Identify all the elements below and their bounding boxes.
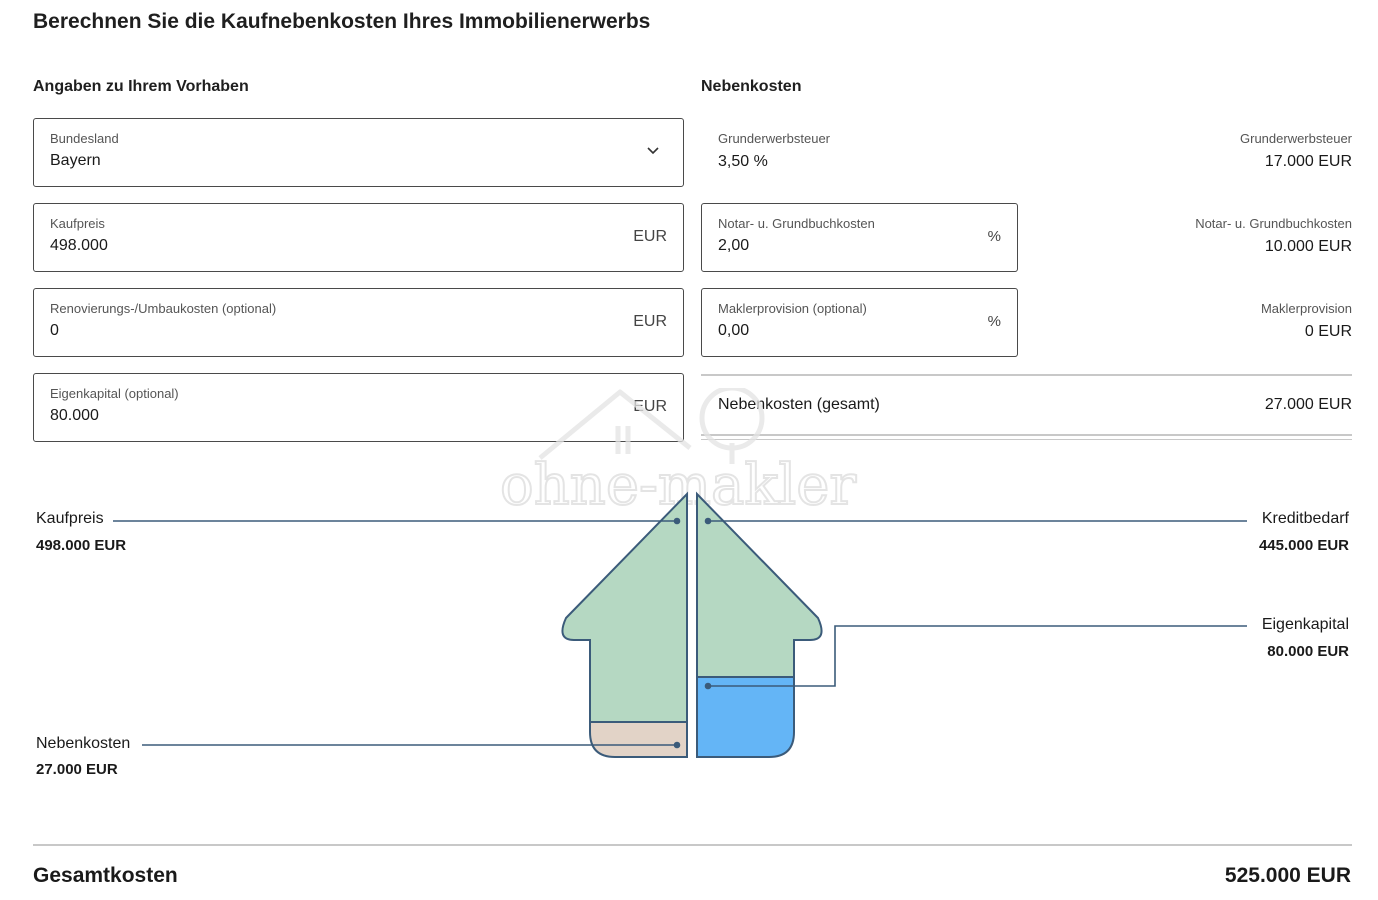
gesamtkosten-value: 525.000 EUR xyxy=(1224,864,1351,887)
renovierung-label: Renovierungs-/Umbaukosten (optional) xyxy=(50,301,277,316)
bundesland-select[interactable]: Bundesland Bayern xyxy=(33,118,684,187)
chevron-down-icon[interactable] xyxy=(645,143,661,159)
gesamtkosten-label: Gesamtkosten xyxy=(33,864,178,887)
page-title: Berechnen Sie die Kaufnebenkosten Ihres … xyxy=(33,10,651,33)
bundesland-value: Bayern xyxy=(50,152,101,169)
chart-eigenkapital-label: Eigenkapital xyxy=(1261,616,1349,633)
kaufpreis-label: Kaufpreis xyxy=(50,216,105,231)
kaufpreis-value: 498.000 xyxy=(50,237,108,254)
chart-eigenkapital-value: 80.000 EUR xyxy=(1267,643,1349,660)
section-title-nebenkosten: Nebenkosten xyxy=(701,78,802,95)
chart-nebenkosten-label: Nebenkosten xyxy=(36,735,131,752)
chart-kreditbedarf-value: 445.000 EUR xyxy=(1258,537,1349,554)
chart-kaufpreis-value: 498.000 EUR xyxy=(36,537,127,554)
chart-kreditbedarf-label: Kreditbedarf xyxy=(1261,510,1349,527)
grunderwerbsteuer-label: Grunderwerbsteuer xyxy=(718,131,830,146)
nebenkosten-area xyxy=(589,721,688,758)
notar-unit: % xyxy=(987,228,1001,245)
notar-result-value: 10.000 EUR xyxy=(1264,238,1352,255)
makler-label: Maklerprovision (optional) xyxy=(718,301,867,316)
kaufpreis-input[interactable]: Kaufpreis 498.000 EUR xyxy=(33,203,684,272)
chart-kaufpreis-label: Kaufpreis xyxy=(36,510,104,527)
kaufpreis-area xyxy=(561,491,688,723)
renovierung-input[interactable]: Renovierungs-/Umbaukosten (optional) 0 E… xyxy=(33,288,684,357)
makler-unit: % xyxy=(987,313,1001,330)
kaufpreis-unit: EUR xyxy=(633,228,667,245)
notar-label: Notar- u. Grundbuchkosten xyxy=(718,216,875,231)
chart-nebenkosten-value: 27.000 EUR xyxy=(36,761,118,778)
grunderwerbsteuer-value: 3,50 % xyxy=(718,153,768,170)
divider-top xyxy=(701,374,1352,376)
eigenkapital-value: 80.000 xyxy=(50,407,99,424)
eigenkapital-label: Eigenkapital (optional) xyxy=(50,386,179,401)
bundesland-label: Bundesland xyxy=(50,131,119,146)
notar-value: 2,00 xyxy=(718,237,750,254)
notar-result-label: Notar- u. Grundbuchkosten xyxy=(1195,216,1352,231)
renovierung-value: 0 xyxy=(50,322,59,339)
grunderwerbsteuer-result-label: Grunderwerbsteuer xyxy=(1240,131,1352,146)
makler-input[interactable]: Maklerprovision (optional) 0,00 % xyxy=(701,288,1018,357)
notar-input[interactable]: Notar- u. Grundbuchkosten 2,00 % xyxy=(701,203,1018,272)
makler-result-label: Maklerprovision xyxy=(1260,301,1352,316)
renovierung-unit: EUR xyxy=(633,313,667,330)
nebenkosten-total-value: 27.000 EUR xyxy=(1264,396,1352,413)
eigenkapital-area xyxy=(696,676,795,758)
house-chart xyxy=(113,491,1247,758)
summary-divider xyxy=(33,844,1352,846)
grunderwerbsteuer-result-value: 17.000 EUR xyxy=(1264,153,1352,170)
makler-value: 0,00 xyxy=(718,322,750,339)
makler-result-value: 0 EUR xyxy=(1304,323,1352,340)
section-title-angaben: Angaben zu Ihrem Vorhaben xyxy=(33,78,249,95)
